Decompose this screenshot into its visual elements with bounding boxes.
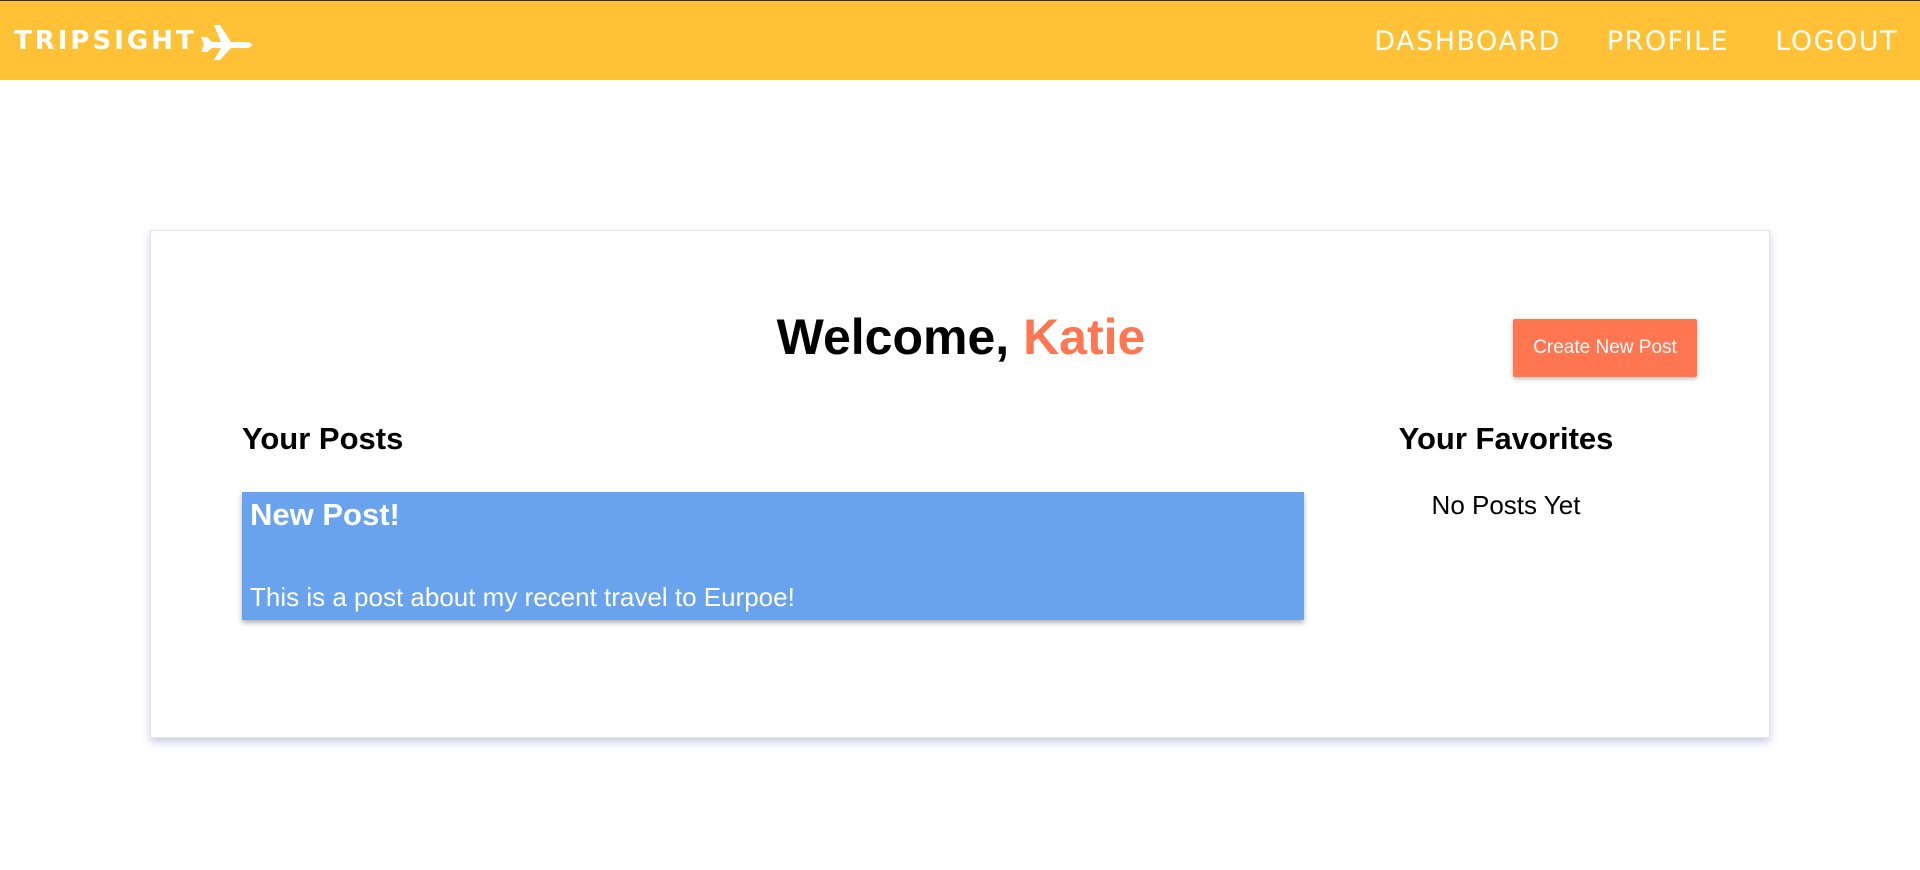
main-nav: DASHBOARD PROFILE LOGOUT xyxy=(1328,1,1898,81)
brand-logo-link[interactable]: TRIPSIGHT xyxy=(14,19,253,63)
post-title: New Post! xyxy=(250,497,400,532)
post-body: This is a post about my recent travel to… xyxy=(250,582,795,612)
your-favorites-heading: Your Favorites xyxy=(1398,421,1614,456)
nav-link-logout[interactable]: LOGOUT xyxy=(1775,26,1898,57)
user-name: Katie xyxy=(1023,309,1146,365)
dashboard-card: Welcome, Katie Create New Post Your Post… xyxy=(150,230,1770,738)
airplane-icon xyxy=(199,21,253,61)
top-navbar: TRIPSIGHT DASHBOARD PROFILE LOGOUT xyxy=(0,0,1920,80)
nav-link-dashboard[interactable]: DASHBOARD xyxy=(1374,26,1561,57)
favorites-empty-text: No Posts Yet xyxy=(1431,490,1581,520)
create-new-post-button[interactable]: Create New Post xyxy=(1513,319,1697,377)
brand-name: TRIPSIGHT xyxy=(14,26,197,56)
post-card[interactable]: New Post! This is a post about my recent… xyxy=(242,492,1304,620)
welcome-prefix: Welcome, xyxy=(776,309,1024,365)
nav-link-profile[interactable]: PROFILE xyxy=(1607,26,1729,57)
your-posts-heading: Your Posts xyxy=(242,421,404,456)
